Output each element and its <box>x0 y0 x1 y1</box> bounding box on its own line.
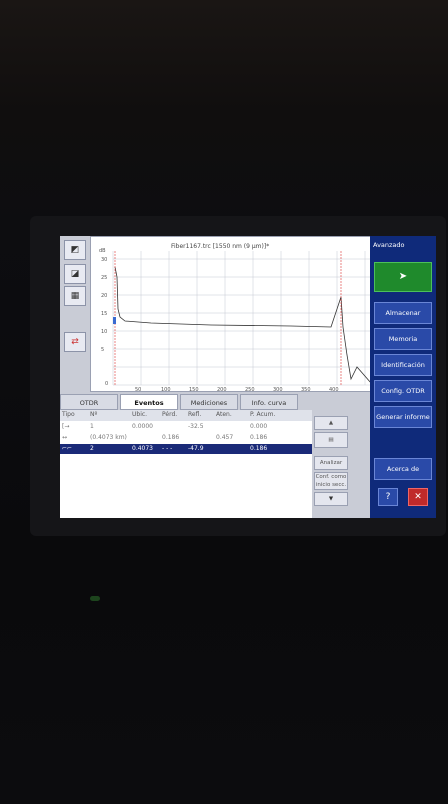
cell-perd: - - - <box>162 445 173 452</box>
y-tick: dB <box>99 248 106 254</box>
scroll-up-icon[interactable]: ▲ <box>314 416 348 430</box>
cell-ubic: 0.0000 <box>132 423 153 430</box>
table-row[interactable]: ↔ (0.4073 km) 0.186 0.457 0.186 <box>60 433 312 443</box>
menu-config-otdr[interactable]: Config. OTDR <box>374 380 432 402</box>
launch-event-icon: [→ <box>62 423 70 430</box>
col-tipo: Tipo <box>62 411 75 418</box>
cell-ubic: 0.4073 <box>132 445 153 452</box>
y-tick: 15 <box>101 311 107 317</box>
select-pointer-button[interactable]: ➤ <box>374 262 432 292</box>
events-table: Tipo Nº Ubic. Pérd. Refl. Aten. P. Acum.… <box>60 410 312 518</box>
side-menu: Avanzado ➤ Almacenar Memoria Identificac… <box>370 236 436 518</box>
col-perd: Pérd. <box>162 411 178 418</box>
y-tick: 20 <box>101 293 107 299</box>
cell-acum: 0.186 <box>250 445 268 452</box>
menu-title: Avanzado <box>370 236 436 254</box>
y-tick: 0 <box>105 381 108 387</box>
y-tick: 30 <box>101 257 107 263</box>
power-led <box>90 596 100 601</box>
cell-num: 1 <box>90 423 94 430</box>
tab-info-curva[interactable]: Info. curva <box>240 394 298 410</box>
cell-refl: -32.5 <box>188 423 204 430</box>
edit-icon[interactable]: ▤ <box>314 432 348 448</box>
cell-perd: 0.186 <box>162 434 180 441</box>
x-tick: 350 <box>301 387 311 393</box>
x-tick: 150 <box>189 387 199 393</box>
table-view-icon[interactable]: ▦ <box>64 286 86 306</box>
x-tick: 100 <box>161 387 171 393</box>
tab-mediciones[interactable]: Mediciones <box>180 394 238 410</box>
tab-bar: OTDR Eventos Mediciones Info. curva <box>60 394 374 410</box>
menu-identificacion[interactable]: Identificación <box>374 354 432 376</box>
cell-num: 2 <box>90 445 94 452</box>
trace-plot: dB 30 25 20 15 10 5 0 50 100 150 200 250… <box>99 248 372 393</box>
table-row-selected[interactable]: ⌐⌐ 2 0.4073 - - - -47.9 0.186 <box>60 444 312 454</box>
cell-refl: -47.9 <box>188 445 204 452</box>
cell-num: (0.4073 km) <box>90 434 127 441</box>
tab-eventos[interactable]: Eventos <box>120 394 178 410</box>
zoom-area-icon[interactable]: ◩ <box>64 240 86 260</box>
grid <box>112 251 371 386</box>
table-header: Tipo Nº Ubic. Pérd. Refl. Aten. P. Acum. <box>60 410 312 421</box>
cell-acum: 0.186 <box>250 434 268 441</box>
y-tick: 10 <box>101 329 107 335</box>
tab-otdr[interactable]: OTDR <box>60 394 118 410</box>
otdr-screen: ◩ ◪ ▦ ⇄ Fiber1167.trc [1550 nm (9 µm)]* … <box>60 236 436 518</box>
marker-icon[interactable]: ⇄ <box>64 332 86 352</box>
trace-line <box>114 266 372 384</box>
col-aten: Aten. <box>216 411 232 418</box>
table-side-buttons: ▲ ▤ Analizar Conf. como inicio secc. ▼ <box>312 410 374 518</box>
col-num: Nº <box>90 411 98 418</box>
col-ubic: Ubic. <box>132 411 148 418</box>
event-marker <box>113 317 116 324</box>
x-tick: 300 <box>273 387 283 393</box>
trace-graph[interactable]: Fiber1167.trc [1550 nm (9 µm)]* dB 30 25… <box>90 236 374 393</box>
x-tick: 400 <box>329 387 339 393</box>
y-tick: 5 <box>101 347 104 353</box>
table-row[interactable]: [→ 1 0.0000 -32.5 0.000 <box>60 422 312 432</box>
cell-acum: 0.000 <box>250 423 268 430</box>
menu-acerca-de[interactable]: Acerca de <box>374 458 432 480</box>
left-toolbar: ◩ ◪ ▦ ⇄ <box>60 236 90 396</box>
section-icon: ↔ <box>62 434 68 441</box>
y-tick: 25 <box>101 275 107 281</box>
close-icon[interactable]: ✕ <box>408 488 428 506</box>
x-tick: 200 <box>217 387 227 393</box>
menu-generar-informe[interactable]: Generar informe <box>374 406 432 428</box>
x-tick: 250 <box>245 387 255 393</box>
scroll-down-icon[interactable]: ▼ <box>314 492 348 506</box>
zoom-fit-icon[interactable]: ◪ <box>64 264 86 284</box>
col-refl: Refl. <box>188 411 202 418</box>
reflective-event-icon: ⌐⌐ <box>62 445 73 452</box>
menu-almacenar[interactable]: Almacenar <box>374 302 432 324</box>
cell-aten: 0.457 <box>216 434 234 441</box>
menu-memoria[interactable]: Memoria <box>374 328 432 350</box>
col-acum: P. Acum. <box>250 411 276 418</box>
help-icon[interactable]: ? <box>378 488 398 506</box>
set-section-start-button[interactable]: Conf. como inicio secc. <box>314 472 348 490</box>
analyze-button[interactable]: Analizar <box>314 456 348 470</box>
x-tick: 50 <box>135 387 141 393</box>
